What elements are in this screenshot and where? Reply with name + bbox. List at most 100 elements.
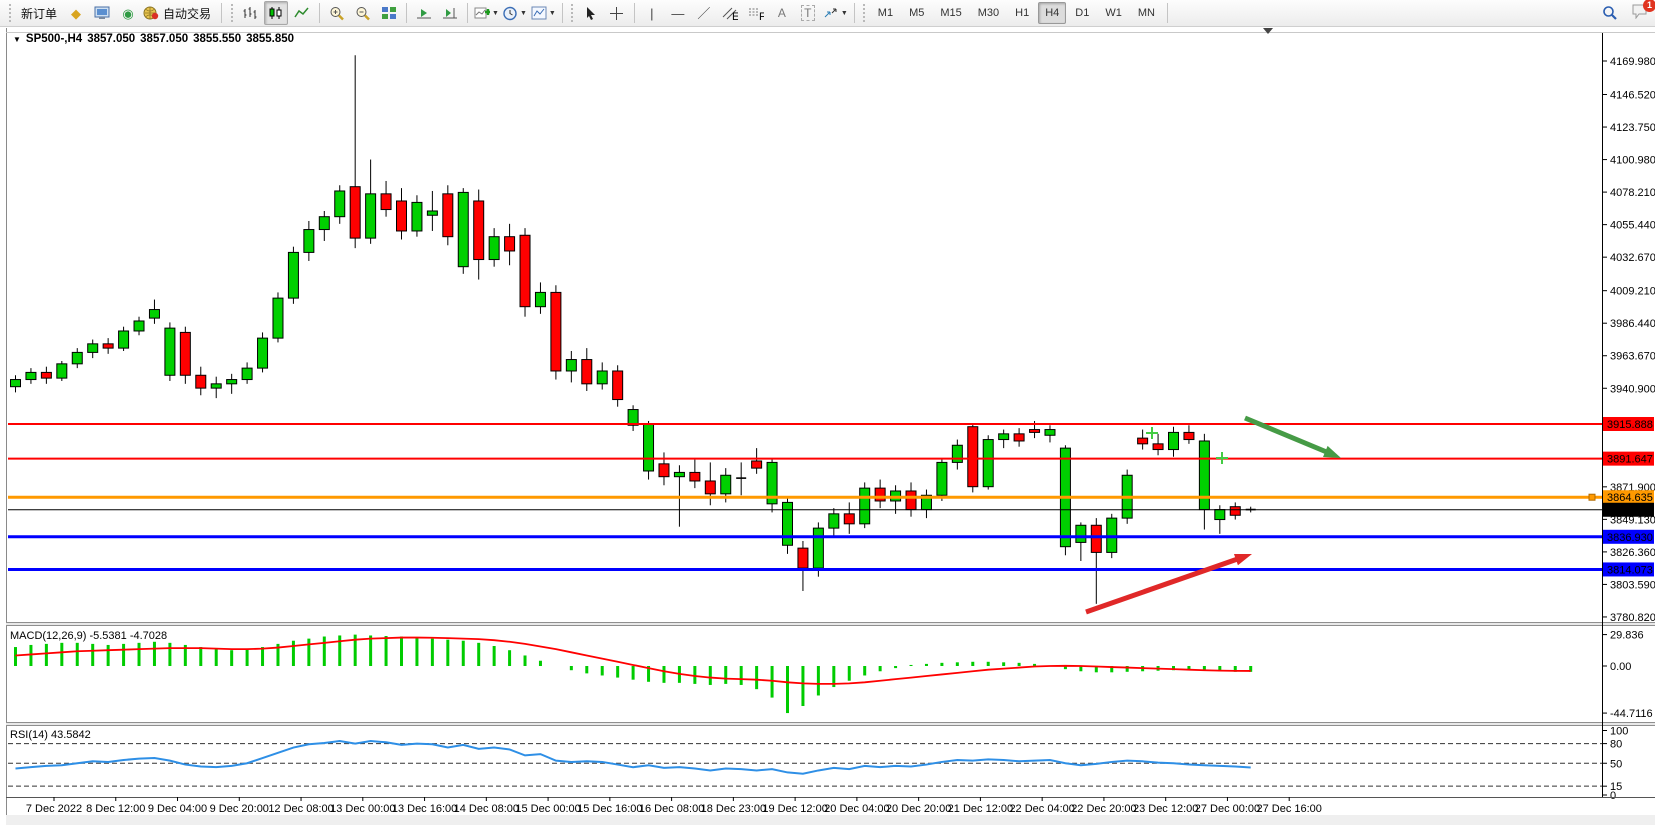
time-tick-label: 13 Dec 00:00	[330, 803, 395, 815]
price-line-label: 3855.850	[1607, 505, 1653, 517]
template-icon[interactable]: ▼	[530, 1, 557, 25]
ohlc-open: 3857.050	[87, 33, 135, 45]
time-tick-label: 15 Dec 16:00	[577, 803, 642, 815]
price-tick: 3986.440	[1610, 318, 1655, 330]
rsi-axis-label: 0	[1610, 790, 1616, 802]
zoom-in-icon[interactable]	[325, 1, 349, 25]
line-chart-type-icon[interactable]	[290, 1, 314, 25]
separator	[319, 3, 320, 23]
chevron-down-icon: ▼	[492, 10, 499, 17]
separator	[562, 3, 563, 23]
symbol-period-label: SP500-,H4	[26, 33, 82, 45]
vertical-line-tool-icon[interactable]: |	[640, 1, 664, 25]
timeframe-button-M5[interactable]: M5	[902, 2, 931, 24]
text-label-tool-icon[interactable]: T	[796, 1, 820, 25]
timeframe-button-H4[interactable]: H4	[1038, 2, 1066, 24]
separator	[634, 3, 635, 23]
time-tick-label: 12 Dec 08:00	[268, 803, 333, 815]
price-tick: 4032.670	[1610, 252, 1655, 264]
chevron-down-icon: ▼	[549, 10, 556, 17]
price-line-label: 3915.888	[1607, 419, 1653, 431]
timeframe-button-H1[interactable]: H1	[1008, 2, 1036, 24]
new-order-button[interactable]: 新订单	[16, 1, 62, 25]
price-tick: 3803.590	[1610, 579, 1655, 591]
fibonacci-tool-icon[interactable]: F	[744, 1, 768, 25]
cursor-tool-icon[interactable]	[579, 1, 603, 25]
chart-window-frame	[6, 28, 1655, 825]
text-tool-icon[interactable]: A	[770, 1, 794, 25]
timeframe-button-D1[interactable]: D1	[1068, 2, 1096, 24]
toolbar-grip	[229, 4, 234, 22]
time-tick-label: 15 Dec 00:00	[515, 803, 580, 815]
timeframe-button-M1[interactable]: M1	[871, 2, 900, 24]
data-window-icon[interactable]	[90, 1, 114, 25]
trendline-tool-icon[interactable]: ／	[692, 1, 716, 25]
timeframe-button-M30[interactable]: M30	[971, 2, 1006, 24]
price-tick: 4009.210	[1610, 286, 1655, 298]
time-tick-label: 23 Dec 12:00	[1133, 803, 1198, 815]
price-tick: 3963.670	[1610, 351, 1655, 363]
time-tick-label: 18 Dec 23:00	[701, 803, 766, 815]
period-clock-icon[interactable]: ▼	[502, 1, 528, 25]
bar-chart-type-icon[interactable]	[238, 1, 262, 25]
notification-badge: 1	[1643, 0, 1655, 12]
macd-label: MACD(12,26,9) -5.5381 -4.7028	[10, 630, 167, 642]
toolbar: 新订单 ◆ ◉ 自动交易 ▼ ▼ ▼	[0, 0, 1655, 27]
add-indicator-icon[interactable]: ▼	[473, 1, 500, 25]
horizontal-line-tool-icon[interactable]: —	[666, 1, 690, 25]
timeframe-button-W1[interactable]: W1	[1098, 2, 1129, 24]
autotrading-button[interactable]: 自动交易	[142, 1, 216, 25]
chevron-down-icon: ▼	[520, 10, 527, 17]
time-tick-label: 27 Dec 00:00	[1195, 803, 1260, 815]
price-tick: 4146.520	[1610, 90, 1655, 102]
rsi-label: RSI(14) 43.5842	[10, 729, 91, 741]
rsi-axis-label: 50	[1610, 758, 1622, 770]
price-tick: 4078.210	[1610, 187, 1655, 199]
ohlc-close: 3855.850	[246, 33, 294, 45]
price-tick: 4169.980	[1610, 56, 1655, 68]
candlestick-chart-type-icon[interactable]	[264, 1, 288, 25]
price-tick: 4055.440	[1610, 220, 1655, 232]
search-icon[interactable]	[1598, 1, 1622, 25]
separator	[467, 3, 468, 23]
macd-axis-label: 29.836	[1610, 630, 1644, 642]
autotrading-globe-icon	[143, 6, 159, 20]
rsi-axis-label: 80	[1610, 739, 1622, 751]
chevron-down-icon: ▼	[841, 10, 848, 17]
ohlc-high: 3857.050	[140, 33, 188, 45]
svg-text:E: E	[732, 11, 738, 21]
shapes-arrows-tool-icon[interactable]: ▼	[822, 1, 849, 25]
separator	[854, 3, 855, 23]
symbol-dropdown-icon[interactable]: ▼	[13, 35, 21, 44]
separator	[1167, 3, 1168, 23]
zoom-out-icon[interactable]	[351, 1, 375, 25]
auto-scroll-icon[interactable]	[412, 1, 436, 25]
timeframe-button-M15[interactable]: M15	[933, 2, 968, 24]
price-tick: 4100.980	[1610, 155, 1655, 167]
navigator-icon[interactable]: ◉	[116, 1, 140, 25]
toolbar-grip	[862, 4, 867, 22]
price-line-label: 3836.930	[1607, 532, 1653, 544]
chart-canvas[interactable]: MACD(12,26,9) -5.5381 -4.7028 RSI(14) 43.…	[0, 0, 1655, 825]
timeframe-button-MN[interactable]: MN	[1131, 2, 1162, 24]
hline-handle[interactable]	[1589, 494, 1595, 500]
ohlc-low: 3855.550	[193, 33, 241, 45]
time-tick-label: 9 Dec 04:00	[148, 803, 207, 815]
time-tick-label: 20 Dec 04:00	[824, 803, 889, 815]
chart-title-bar: ▼ SP500-,H4 3857.050 3857.050 3855.550 3…	[13, 33, 294, 45]
time-tick-label: 14 Dec 08:00	[454, 803, 519, 815]
price-tick: 3780.820	[1610, 612, 1655, 624]
time-tick-label: 22 Dec 20:00	[1071, 803, 1136, 815]
macd-axis-label: -44.7116	[1610, 708, 1653, 720]
time-tick-label: 19 Dec 12:00	[762, 803, 827, 815]
chart-shift-icon[interactable]	[438, 1, 462, 25]
notifications-button[interactable]: 1	[1631, 3, 1649, 24]
crosshair-tool-icon[interactable]	[605, 1, 629, 25]
tile-windows-icon[interactable]	[377, 1, 401, 25]
toolbar-grip	[570, 4, 575, 22]
toolbar-grip	[7, 4, 12, 22]
time-tick-label: 21 Dec 12:00	[948, 803, 1013, 815]
channel-tool-icon[interactable]: E	[718, 1, 742, 25]
market-watch-icon[interactable]: ◆	[64, 1, 88, 25]
price-tick: 4123.750	[1610, 122, 1655, 134]
